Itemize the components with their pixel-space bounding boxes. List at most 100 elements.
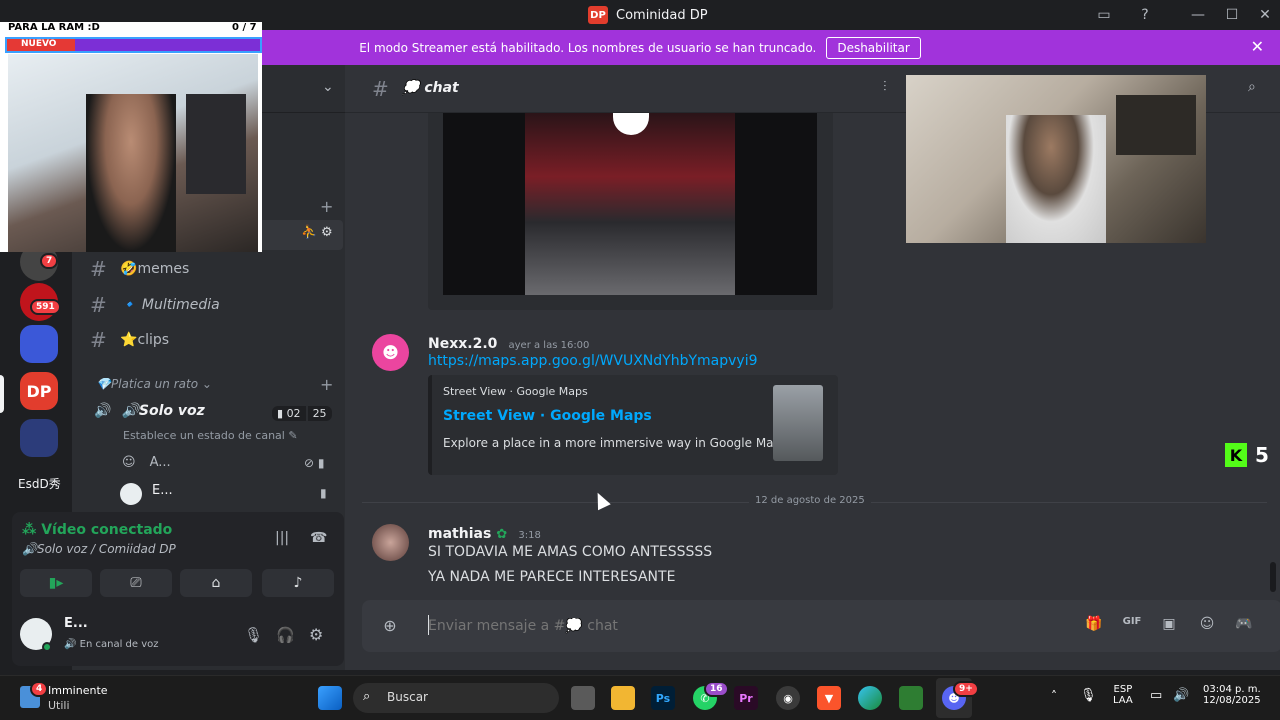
window-title-text: Cominidad DP: [616, 7, 708, 23]
voice-location[interactable]: 🔊Solo voz / Comiidad DP: [22, 542, 176, 556]
selected-channel-row[interactable]: ⛹ ⚙: [255, 220, 343, 250]
embed-title[interactable]: Street View · Google Maps: [443, 408, 652, 424]
user-name: E...: [64, 616, 88, 631]
app-icon[interactable]: [899, 686, 923, 710]
language-indicator[interactable]: ESP LAA: [1113, 684, 1133, 706]
search-icon[interactable]: ⌕: [1248, 79, 1256, 95]
maximize-button[interactable]: ☐: [1221, 4, 1243, 26]
windows-start-icon[interactable]: [318, 686, 342, 710]
noise-suppression-icon[interactable]: |||: [275, 530, 289, 546]
threads-icon[interactable]: ⫶: [883, 79, 887, 95]
dp-logo-icon: DP: [588, 6, 608, 24]
voice-user-row[interactable]: E...: [120, 483, 173, 505]
channel-multimedia[interactable]: # 🔹 Multimedia: [90, 290, 220, 320]
chevron-up-icon[interactable]: ˄: [1051, 689, 1057, 703]
disable-streamer-button[interactable]: Deshabilitar: [826, 36, 921, 59]
category-platica[interactable]: 💎Platica un rato ⌄: [96, 377, 212, 391]
server-label[interactable]: EsdD秀: [18, 475, 61, 492]
apps-icon[interactable]: 🎮: [1234, 616, 1254, 636]
gif-icon[interactable]: GIF: [1122, 616, 1142, 636]
message-timestamp: 3:18: [518, 530, 541, 541]
add-channel-icon[interactable]: +: [320, 375, 333, 394]
voice-connection-panel: ⁂ Vídeo conectado 🔊Solo voz / Comiidad D…: [12, 512, 344, 604]
minimize-button[interactable]: —: [1187, 4, 1209, 26]
headphones-icon[interactable]: 🎧: [276, 626, 295, 644]
channel-emoji: 🤣: [120, 261, 138, 277]
embed-description: Explore a place in a more immersive way …: [443, 436, 792, 450]
help-icon[interactable]: ?: [1134, 4, 1156, 26]
close-banner-icon[interactable]: ✕: [1251, 37, 1264, 56]
volume-icon[interactable]: 🔊: [1173, 688, 1189, 703]
add-attachment-icon[interactable]: ⊕: [380, 616, 400, 636]
taskbar-search[interactable]: ⌕ Buscar: [353, 683, 559, 713]
embed-provider: Street View · Google Maps: [443, 385, 588, 398]
author-avatar[interactable]: [372, 524, 409, 561]
settings-gear-icon[interactable]: ⚙: [309, 625, 323, 644]
photoshop-icon[interactable]: Ps: [651, 686, 675, 710]
person-silhouette: [1006, 115, 1106, 243]
gift-icon[interactable]: 🎁: [1084, 616, 1104, 636]
activity-button[interactable]: ⌂: [180, 569, 252, 597]
channel-clips[interactable]: # ⭐clips: [90, 325, 169, 355]
camera-button[interactable]: ▮▸: [20, 569, 92, 597]
mute-deafen-icon: ⊘ ▮: [304, 456, 325, 470]
voice-channel-solo[interactable]: 🔊 🔊Solo voz: [94, 403, 205, 419]
hash-icon: #: [372, 77, 389, 101]
screen-share-button[interactable]: ⎚: [100, 569, 172, 597]
message-author[interactable]: Nexx.2.0: [428, 336, 497, 352]
voice-user-row[interactable]: ☺ A...: [122, 455, 171, 470]
message-author[interactable]: mathias: [428, 526, 491, 542]
server-icon[interactable]: [20, 419, 58, 457]
network-icon[interactable]: ▭: [1150, 688, 1162, 703]
brave-icon[interactable]: ▼: [817, 686, 841, 710]
disconnect-icon[interactable]: ☎: [310, 530, 327, 546]
speaker-icon: 🔊: [94, 403, 112, 419]
author-avatar[interactable]: ☻: [372, 334, 409, 371]
scrollbar-thumb[interactable]: [1270, 562, 1276, 592]
microphone-icon[interactable]: 🎙: [1080, 688, 1097, 703]
edge-icon[interactable]: [858, 686, 882, 710]
online-status-dot: [42, 642, 52, 652]
embed-thumbnail[interactable]: [773, 385, 823, 461]
sticker-icon[interactable]: ▣: [1159, 616, 1179, 636]
hash-icon: #: [90, 257, 107, 281]
close-window-button[interactable]: ✕: [1254, 4, 1276, 26]
premiere-icon[interactable]: Pr: [734, 686, 758, 710]
message-header: Nexx.2.0 ayer a las 16:00: [428, 333, 589, 352]
gear-icon[interactable]: ⚙: [321, 225, 333, 240]
voice-channel-label: Solo voz: [138, 403, 205, 419]
channel-emoji: 🔹: [120, 297, 138, 313]
message-header: mathias ✿ 3:18: [428, 523, 541, 542]
channel-memes[interactable]: # 🤣memes: [90, 254, 189, 284]
kick-count: 5: [1255, 443, 1269, 467]
inbox-icon[interactable]: ▭: [1093, 4, 1115, 26]
discord-badge: 9+: [953, 681, 979, 697]
server-icon-dp[interactable]: DP: [20, 372, 58, 410]
taskbar: 4 Imminente Utili ⌕ Buscar Ps ✆ 16 Pr ◉ …: [0, 675, 1280, 720]
clock[interactable]: 03:04 p. m. 12/08/2025: [1203, 684, 1261, 706]
user-limit: 25: [307, 406, 332, 421]
channel-emoji: ⭐: [120, 332, 138, 348]
invite-icon[interactable]: ⛹: [301, 225, 317, 240]
channel-label: memes: [137, 261, 190, 277]
video-count: ▮ 02: [272, 406, 306, 421]
weather-title[interactable]: Imminente: [48, 684, 108, 697]
microphone-icon[interactable]: 🎙: [244, 626, 263, 644]
emoji-icon[interactable]: ☺: [1197, 616, 1217, 636]
server-icon[interactable]: [20, 325, 58, 363]
hash-icon: #: [90, 293, 107, 317]
message-link[interactable]: https://maps.app.goo.gl/WVUXNdYhbYmapvyi…: [428, 353, 758, 369]
soundboard-button[interactable]: ♪: [262, 569, 334, 597]
channel-status-hint[interactable]: Establece un estado de canal ✎: [123, 429, 298, 442]
add-channel-icon[interactable]: +: [320, 197, 333, 216]
role-badge-icon: ✿: [496, 527, 508, 542]
file-explorer-icon[interactable]: [611, 686, 635, 710]
video-player[interactable]: [443, 113, 817, 295]
chevron-down-icon[interactable]: ⌄: [322, 79, 334, 95]
channel-title: 💭 chat: [402, 80, 459, 96]
user-status: 🔊 En canal de voz: [64, 639, 159, 650]
task-view-icon[interactable]: [571, 686, 595, 710]
message-input-bar: ⊕ 🎁 GIF ▣ ☺ 🎮: [362, 600, 1280, 652]
obs-icon[interactable]: ◉: [776, 686, 800, 710]
message-input[interactable]: [428, 610, 1028, 642]
